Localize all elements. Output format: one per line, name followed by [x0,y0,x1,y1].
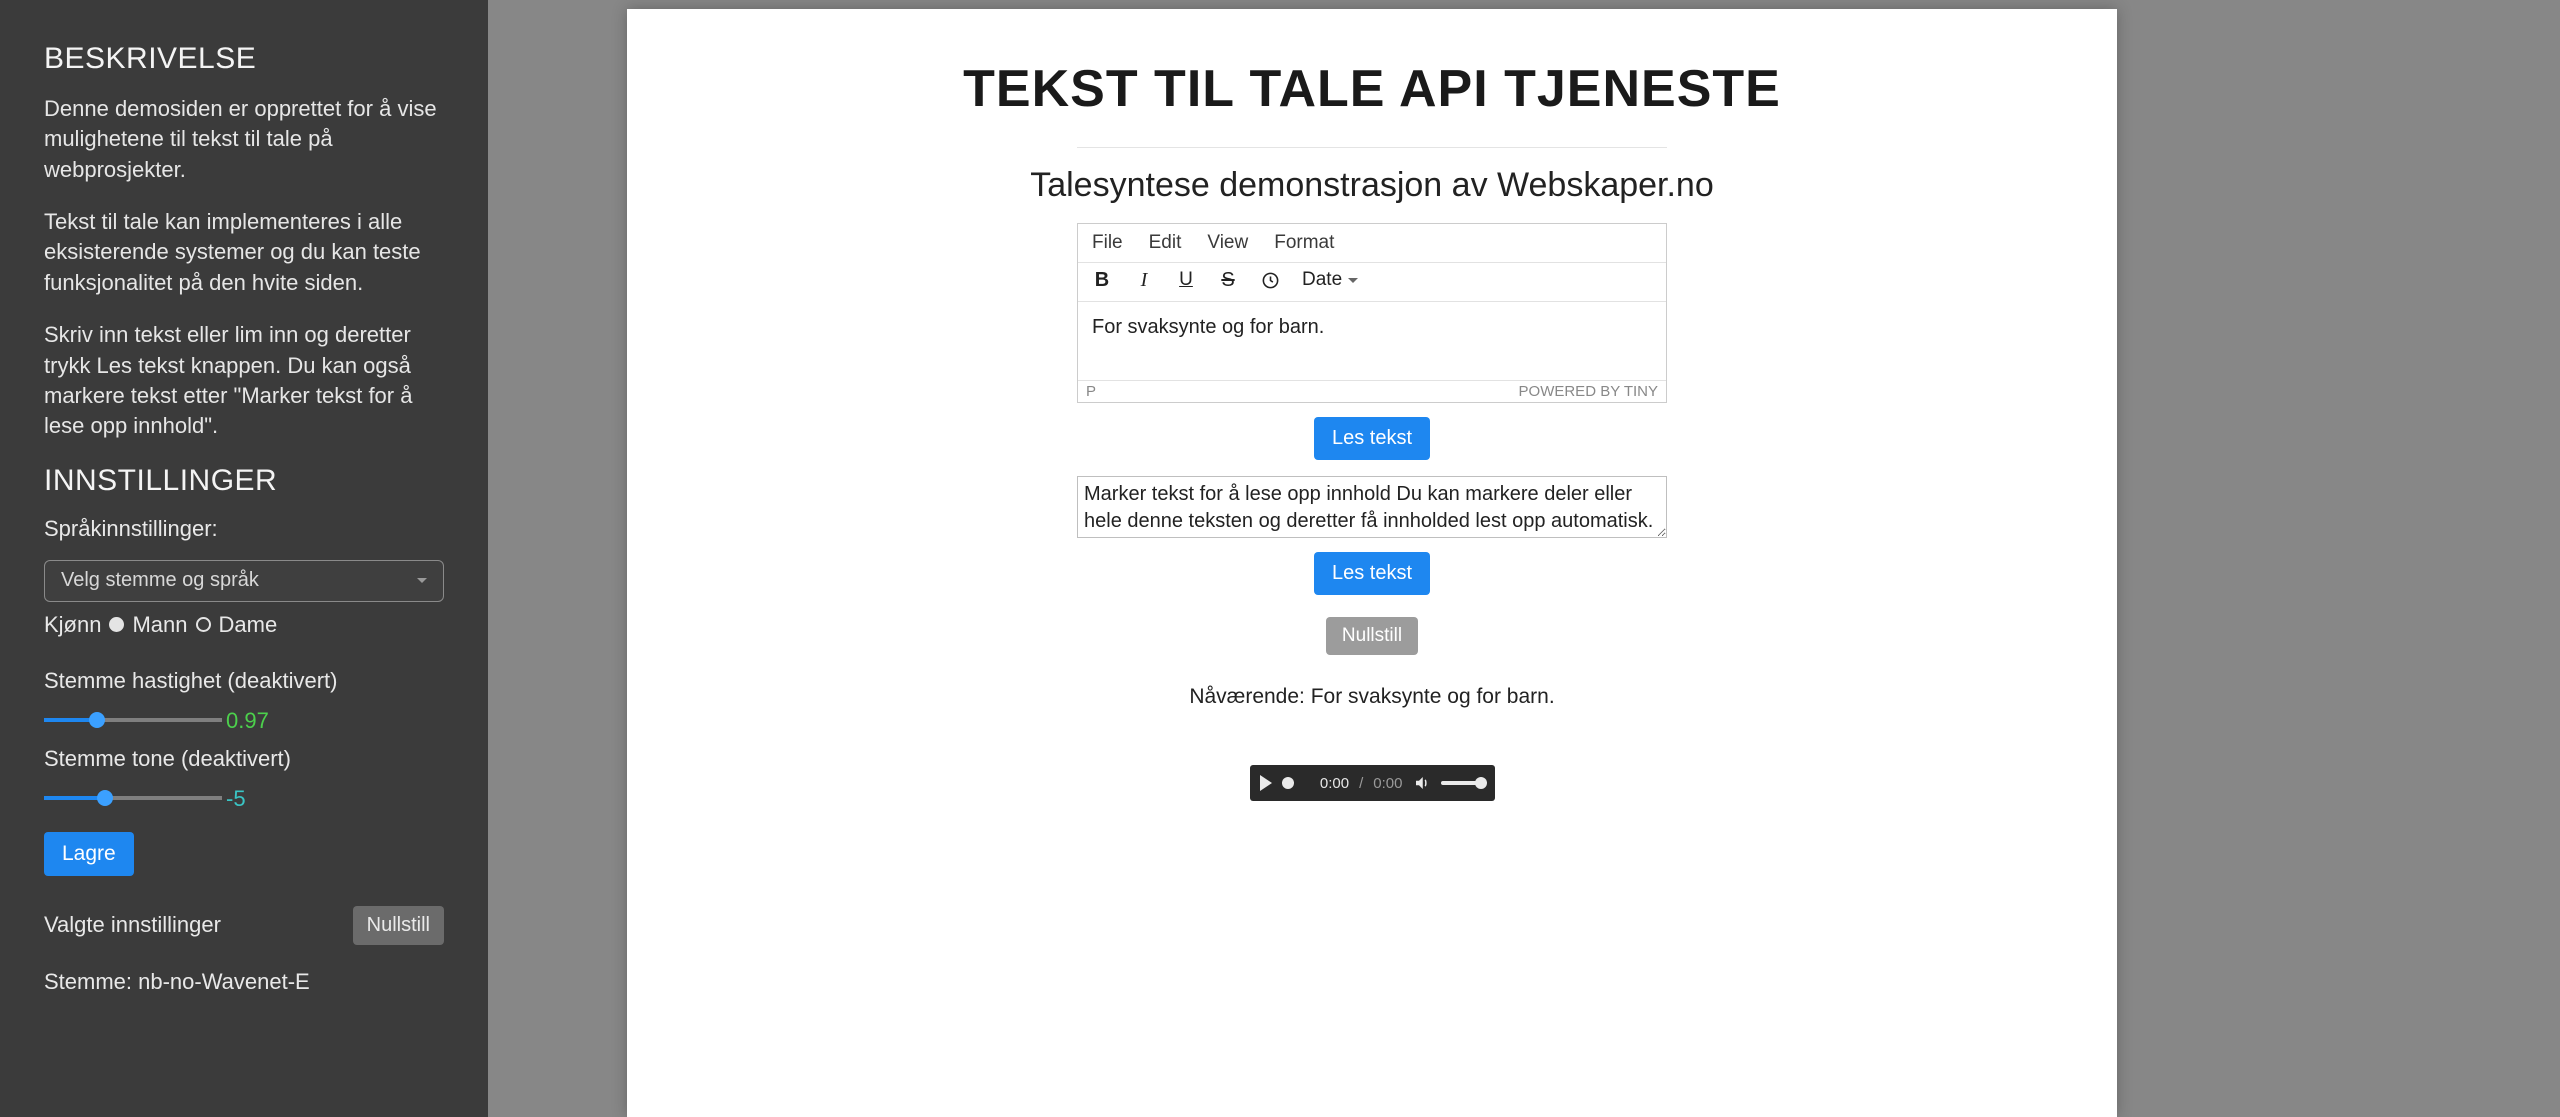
rich-text-editor: File Edit View Format B I U S Date For s… [1077,223,1667,403]
editor-toolbar: B I U S Date [1078,262,1666,302]
audio-player: 0:00 / 0:00 [1250,765,1495,801]
selected-voice-line: Stemme: nb-no-Wavenet-E [44,969,444,995]
player-current-time: 0:00 [1320,775,1349,792]
player-duration: 0:00 [1373,775,1402,792]
gender-radio-male[interactable] [109,617,124,632]
gender-option-male: Mann [132,612,187,638]
editor-menu-edit[interactable]: Edit [1149,232,1182,254]
editor-powered-by: POWERED BY TINY [1519,383,1658,400]
underline-icon[interactable]: U [1176,270,1196,290]
description-para-3: Skriv inn tekst eller lim inn og derette… [44,320,444,441]
editor-menu-format[interactable]: Format [1274,232,1334,254]
gender-radio-group: Kjønn Mann Dame [44,612,444,638]
speed-slider[interactable] [44,718,222,722]
progress-thumb-icon[interactable] [1282,777,1294,789]
reset-page-button[interactable]: Nullstill [1326,617,1418,655]
settings-sidebar: BESKRIVELSE Denne demosiden er opprettet… [0,0,488,1117]
speed-slider-label: Stemme hastighet (deaktivert) [44,668,444,694]
demo-page: TEKST TIL TALE API TJENESTE Talesyntese … [627,9,2117,1117]
chevron-down-icon [417,578,427,583]
reset-settings-button[interactable]: Nullstill [353,906,444,945]
heading-description: BESKRIVELSE [44,42,444,76]
current-value: For svaksynte og for barn. [1311,685,1555,708]
volume-icon[interactable] [1413,774,1431,792]
current-label: Nåværende: [1189,685,1310,708]
gender-label: Kjønn [44,612,101,638]
select-placeholder-text: Velg stemme og språk [61,569,259,592]
heading-settings: INNSTILLINGER [44,464,444,498]
highlight-textarea[interactable] [1077,476,1667,538]
editor-menu-file[interactable]: File [1092,232,1123,254]
title-divider [1077,147,1667,148]
saved-settings-label: Valgte innstillinger [44,912,221,938]
page-title: TEKST TIL TALE API TJENESTE [627,59,2117,119]
current-text-line: Nåværende: For svaksynte og for barn. [627,685,2117,709]
editor-menubar: File Edit View Format [1078,224,1666,262]
bold-icon[interactable]: B [1092,270,1112,290]
read-text-button-1[interactable]: Les tekst [1314,417,1430,460]
chevron-down-icon [1348,278,1358,283]
strikethrough-icon[interactable]: S [1218,270,1238,290]
player-time-separator: / [1359,775,1363,792]
read-text-button-2[interactable]: Les tekst [1314,552,1430,595]
tone-slider[interactable] [44,796,222,800]
gender-option-female: Dame [219,612,278,638]
date-button-label: Date [1302,269,1342,291]
slider-thumb-icon[interactable] [97,790,113,806]
tone-slider-label: Stemme tone (deaktivert) [44,746,444,772]
editor-content[interactable]: For svaksynte og for barn. [1078,302,1666,380]
save-button[interactable]: Lagre [44,832,134,876]
slider-thumb-icon[interactable] [89,712,105,728]
tone-value: -5 [226,786,444,812]
insert-date-button[interactable]: Date [1302,269,1358,291]
editor-menu-view[interactable]: View [1207,232,1248,254]
description-para-2: Tekst til tale kan implementeres i alle … [44,207,444,298]
page-subtitle: Talesyntese demonstrasjon av Webskaper.n… [627,166,2117,205]
speed-value: 0.97 [226,708,444,734]
description-para-1: Denne demosiden er opprettet for å vise … [44,94,444,185]
language-label: Språkinnstillinger: [44,516,444,542]
slider-thumb-icon[interactable] [1475,777,1487,789]
italic-icon[interactable]: I [1134,270,1154,290]
voice-language-select[interactable]: Velg stemme og språk [44,560,444,602]
volume-slider[interactable] [1441,781,1485,785]
editor-status-path: P [1086,383,1096,400]
gender-radio-female[interactable] [196,617,211,632]
clock-icon[interactable] [1260,270,1280,290]
play-icon[interactable] [1260,775,1272,791]
